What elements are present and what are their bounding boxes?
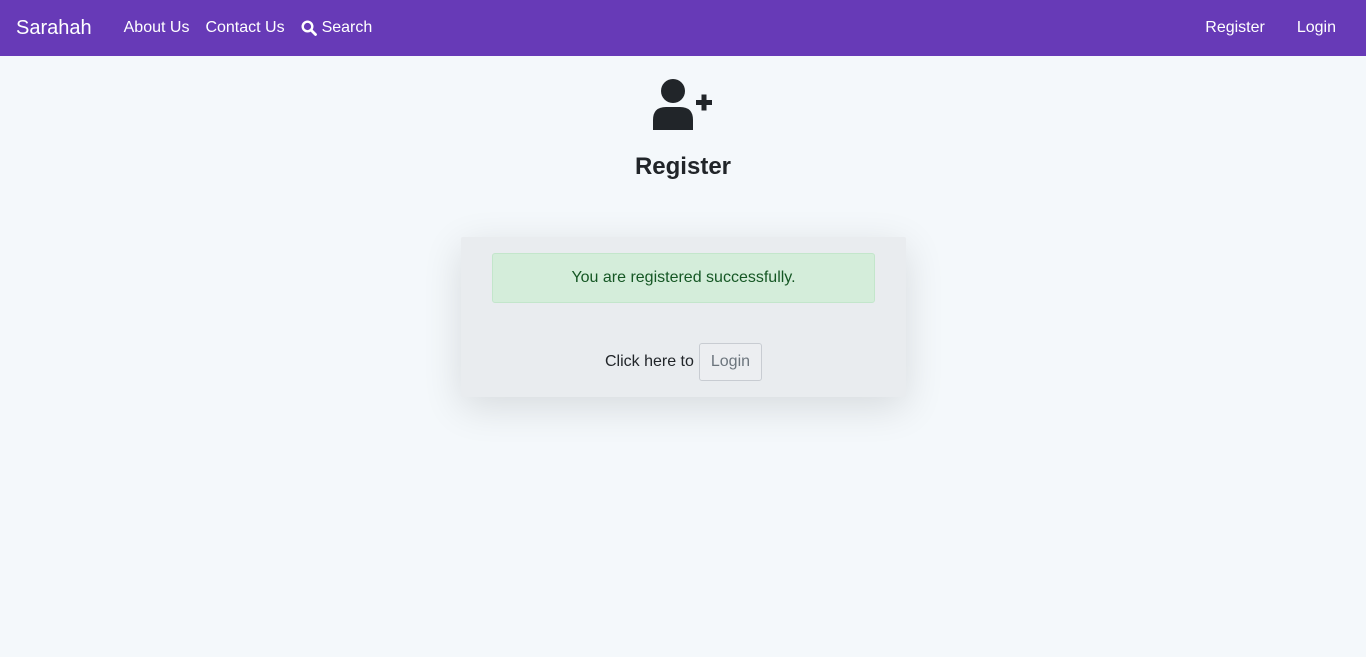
- login-button[interactable]: Login: [698, 343, 763, 381]
- brand-link[interactable]: Sarahah: [16, 0, 92, 56]
- nav-link-search-label: Search: [321, 19, 373, 36]
- top-navbar: Sarahah About Us Contact Us Search Regis…: [0, 0, 1366, 56]
- page-title: Register: [634, 153, 732, 180]
- register-result-card: You are registered successfully. Click h…: [461, 237, 906, 397]
- success-alert: You are registered successfully.: [492, 253, 875, 303]
- nav-link-about-us[interactable]: About Us: [116, 0, 198, 56]
- nav-link-login[interactable]: Login: [1281, 0, 1350, 56]
- search-icon: [301, 20, 317, 36]
- page-header: Register: [0, 76, 1366, 182]
- nav-link-register[interactable]: Register: [1189, 0, 1281, 56]
- nav-link-search[interactable]: Search: [293, 0, 381, 56]
- nav-right-group: Register Login: [1189, 0, 1350, 56]
- login-prompt-text: Click here to: [604, 353, 694, 370]
- login-prompt-row: Click here to Login: [461, 343, 906, 381]
- nav-left-group: About Us Contact Us Search: [116, 0, 381, 56]
- nav-link-contact-us[interactable]: Contact Us: [197, 0, 292, 56]
- user-plus-icon: [653, 79, 712, 130]
